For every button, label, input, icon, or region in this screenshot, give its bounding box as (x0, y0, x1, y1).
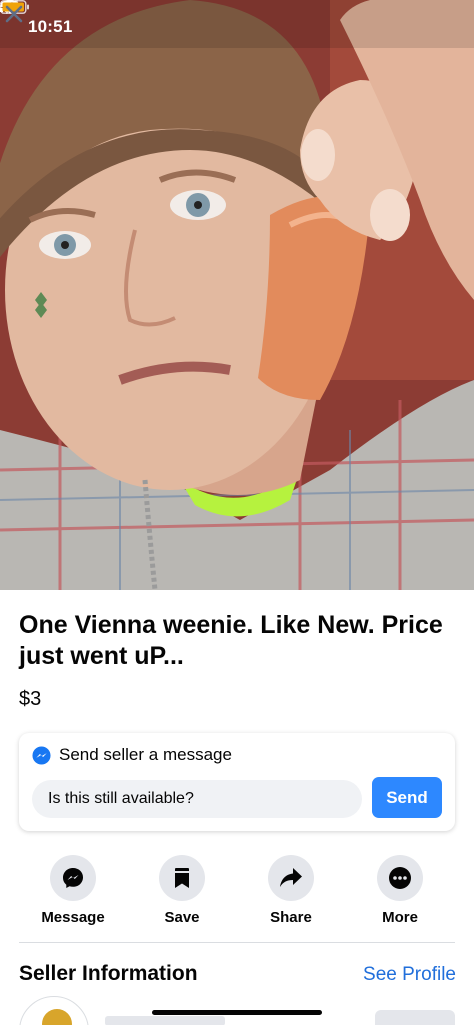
close-icon[interactable] (0, 0, 28, 28)
see-profile-link[interactable]: See Profile (363, 964, 456, 986)
seller-information-heading: Seller Information (19, 962, 198, 985)
message-seller-card: Send seller a message Is this still avai… (19, 733, 455, 831)
share-arrow-icon (280, 868, 302, 887)
message-button-circle[interactable] (50, 855, 96, 901)
message-button-label: Message (41, 909, 105, 926)
save-button[interactable]: Save (142, 852, 222, 926)
listing-price: $3 (19, 688, 42, 710)
more-dots-icon (389, 867, 411, 889)
seller-avatar-image (42, 1009, 72, 1025)
listing-photo-art (0, 0, 474, 590)
message-input[interactable]: Is this still available? (32, 780, 362, 818)
seller-action-button[interactable] (375, 1010, 455, 1025)
message-card-header: Send seller a message (32, 744, 232, 766)
seller-name-placeholder[interactable] (105, 1016, 225, 1025)
listing-title: One Vienna weenie. Like New. Price just … (19, 611, 443, 670)
status-time: 10:51 (28, 17, 73, 36)
more-button-label: More (382, 909, 418, 926)
section-divider (19, 942, 455, 943)
save-button-label: Save (164, 909, 200, 926)
share-button-circle[interactable] (268, 855, 314, 901)
home-indicator[interactable] (152, 1010, 322, 1015)
message-card-title: Send seller a message (59, 745, 232, 764)
listing-photo[interactable]: 10:51 (0, 0, 474, 590)
status-bar: 10:51 (0, 0, 474, 56)
more-button[interactable]: More (360, 852, 440, 926)
messenger-icon (63, 868, 83, 888)
bookmark-icon (175, 868, 189, 888)
action-row: Message Save Share More (0, 852, 474, 932)
send-button[interactable]: Send (372, 777, 442, 818)
seller-avatar[interactable] (19, 996, 89, 1025)
more-button-circle[interactable] (377, 855, 423, 901)
share-button-label: Share (270, 909, 312, 926)
save-button-circle[interactable] (159, 855, 205, 901)
message-button[interactable]: Message (33, 852, 113, 926)
messenger-icon (32, 745, 51, 765)
share-button[interactable]: Share (251, 852, 331, 926)
